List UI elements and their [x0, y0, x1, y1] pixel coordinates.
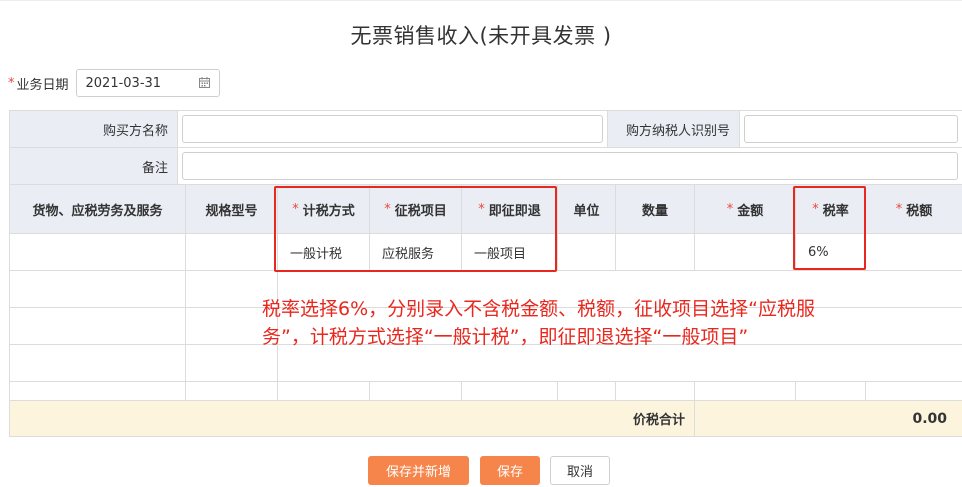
col-header-label: 税额 [906, 203, 933, 219]
buyer-taxid-cell [740, 111, 962, 148]
business-date-value: 2021-03-31 [85, 75, 162, 91]
cell-spec[interactable] [186, 234, 278, 271]
col-header-qty: 数量 [616, 185, 695, 234]
table-row[interactable] [796, 382, 866, 401]
cell-goods[interactable] [10, 234, 186, 271]
table-row[interactable] [616, 382, 695, 401]
annotation-line-2: 务”，计税方式选择“一般计税”，即征即退选择“一般项目” [262, 326, 749, 348]
table-row[interactable] [695, 382, 796, 401]
total-label: 价税合计 [10, 401, 695, 437]
cancel-button[interactable]: 取消 [550, 456, 610, 485]
table-row[interactable] [10, 382, 186, 401]
col-header-tax: * 税额 [866, 185, 962, 234]
col-header-label: 货物、应税劳务及服务 [32, 203, 163, 219]
top-divider [0, 0, 962, 1]
cell-unit[interactable] [558, 234, 616, 271]
calendar-icon[interactable] [198, 77, 210, 88]
col-header-unit: 单位 [558, 185, 616, 234]
col-header-label: 数量 [641, 203, 668, 219]
col-header-label: 规格型号 [205, 203, 258, 219]
table-row[interactable] [558, 382, 616, 401]
cell-amount[interactable] [695, 234, 796, 271]
save-and-new-button[interactable]: 保存并新增 [368, 456, 469, 485]
table-row[interactable] [370, 382, 462, 401]
required-mark: * [895, 201, 903, 217]
annotation-line-1: 税率选择6%，分别录入不含税金额、税额，征收项目选择“应税服 [262, 298, 815, 320]
total-value: 0.00 [695, 401, 962, 437]
table-row[interactable] [10, 308, 186, 345]
col-header-goods: 货物、应税劳务及服务 [10, 185, 186, 234]
cell-tax[interactable] [866, 234, 962, 271]
required-mark: * [726, 201, 734, 217]
business-date-label: 业务日期 [16, 77, 69, 93]
buyer-name-input[interactable] [182, 115, 603, 143]
remark-input[interactable] [182, 152, 958, 180]
required-mark: * [8, 75, 15, 91]
annotation-text: 税率选择6%，分别录入不含税金额、税额，征收项目选择“应税服 务”，计税方式选择… [262, 295, 912, 351]
buyer-taxid-input[interactable] [744, 115, 958, 143]
col-header-label: 金额 [737, 203, 764, 219]
highlight-box-tax-columns [274, 186, 557, 272]
table-row[interactable] [10, 271, 186, 308]
save-button[interactable]: 保存 [480, 456, 540, 485]
remark-label: 备注 [10, 148, 178, 185]
table-row[interactable] [186, 382, 278, 401]
highlight-box-rate-column [793, 186, 866, 270]
buyer-name-label: 购买方名称 [10, 111, 178, 148]
table-row[interactable] [10, 345, 186, 382]
page-title: 无票销售收入(未开具发票 ) [350, 24, 612, 48]
buyer-taxid-label: 购方纳税人识别号 [608, 111, 740, 148]
col-header-amount: * 金额 [695, 185, 796, 234]
table-row[interactable] [462, 382, 558, 401]
col-header-spec: 规格型号 [186, 185, 278, 234]
buyer-name-cell [178, 111, 608, 148]
business-date-row: * 业务日期 2021-03-31 [8, 68, 220, 98]
col-header-label: 单位 [573, 203, 600, 219]
cell-qty[interactable] [616, 234, 695, 271]
table-row[interactable] [278, 382, 370, 401]
remark-cell [178, 148, 962, 185]
business-date-input[interactable]: 2021-03-31 [75, 69, 220, 97]
table-row[interactable] [866, 382, 962, 401]
invoice-grid: 购买方名称 购方纳税人识别号 备注 货物、应税劳务及服务 规格型号 * 计税方式… [9, 110, 962, 437]
